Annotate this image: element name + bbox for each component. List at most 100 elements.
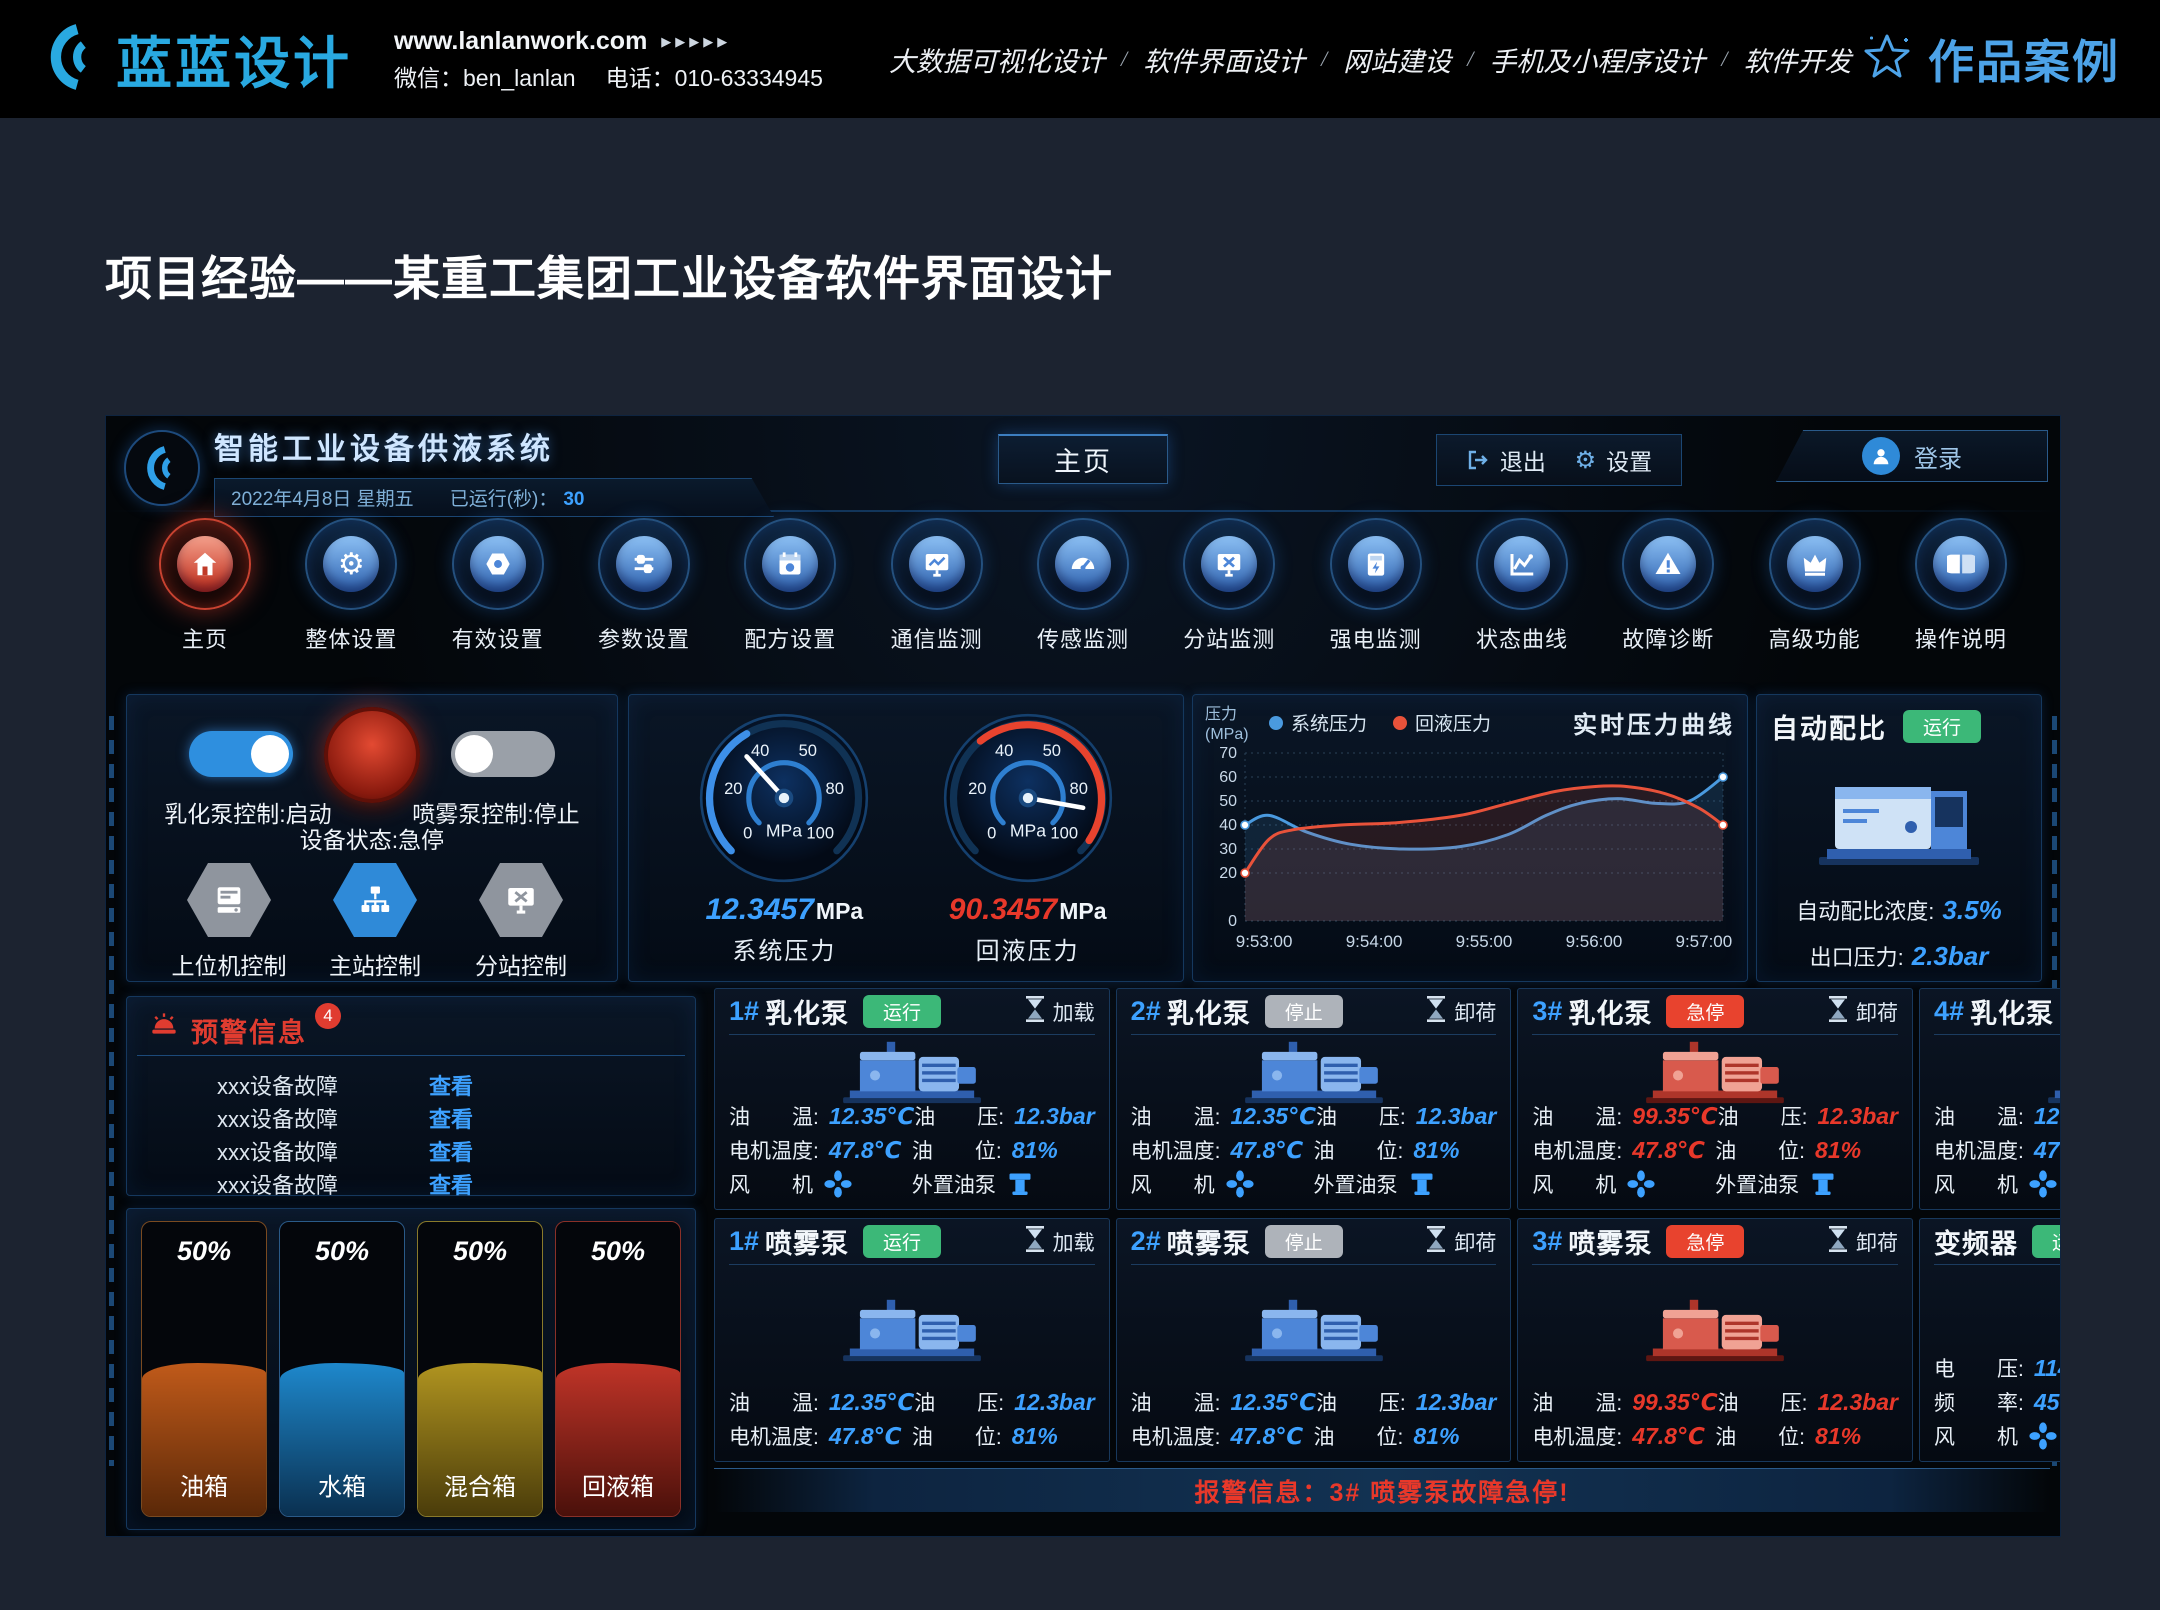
menu-item-8[interactable]: 分站监测	[1164, 518, 1294, 686]
tab-home[interactable]: 主页	[998, 434, 1168, 484]
settings-button[interactable]: ⚙ 设置	[1575, 443, 1653, 477]
load-action-button[interactable]: 卸荷	[1426, 996, 1496, 1028]
svg-text:40: 40	[751, 741, 769, 760]
menu-item-label: 强电监测	[1330, 622, 1422, 654]
menu-ring	[1476, 518, 1568, 610]
svg-text:40: 40	[1219, 817, 1237, 834]
spray-pump-toggle-label: 喷雾泵控制:停止	[381, 795, 611, 829]
sitemap-icon	[333, 863, 417, 937]
fan-icon	[2028, 1421, 2058, 1451]
emulsion-pump-toggle[interactable]	[189, 731, 293, 777]
nav-divider: /	[1467, 46, 1473, 72]
menu-ring	[452, 518, 544, 610]
menu-item-11[interactable]: 故障诊断	[1603, 518, 1733, 686]
menu-item-9[interactable]: 强电监测	[1311, 518, 1441, 686]
status-badge: 停止	[1265, 1225, 1343, 1258]
site-logo[interactable]: 蓝蓝设计	[40, 19, 352, 100]
menu-item-10[interactable]: 状态曲线	[1457, 518, 1587, 686]
pump-image	[1934, 1035, 2061, 1099]
station-monitor-icon	[479, 863, 563, 937]
nav-item-2[interactable]: 软件界面设计	[1143, 40, 1305, 79]
view-link[interactable]: 查看	[429, 1168, 473, 1200]
tank-percent: 50%	[280, 1236, 404, 1267]
menu-item-5[interactable]: 配方设置	[725, 518, 855, 686]
warning-panel: 预警信息 4 xxx设备故障查看xxx设备故障查看xxx设备故障查看xxx设备故…	[126, 996, 696, 1196]
logout-button[interactable]: 退出	[1466, 443, 1546, 477]
load-action-button[interactable]: 卸荷	[1828, 1226, 1898, 1258]
menu-item-12[interactable]: 高级功能	[1750, 518, 1880, 686]
tanks-panel: 50%油箱50%水箱50%混合箱50%回液箱	[126, 1208, 696, 1530]
pump-name: 喷雾泵	[765, 1222, 849, 1261]
menu-ring	[159, 518, 251, 610]
pump-card-grid: 1#乳化泵运行加载油 温:12.35℃油 压:12.3bar电机温度:47.8℃…	[714, 988, 2050, 1462]
svg-text:50: 50	[1042, 741, 1060, 760]
auto-ratio-concentration: 自动配比浓度:3.5%	[1771, 894, 2027, 926]
hex-button-1[interactable]	[183, 863, 275, 937]
exit-icon	[1466, 448, 1490, 472]
nav-item-5[interactable]: 软件开发	[1743, 40, 1851, 79]
menu-ring	[1915, 518, 2007, 610]
menu-item-6[interactable]: 通信监测	[872, 518, 1002, 686]
svg-text:9:57:00: 9:57:00	[1676, 932, 1733, 951]
load-action-button[interactable]: 卸荷	[1828, 996, 1898, 1028]
phone-label: 电话：010-63334945	[606, 61, 823, 96]
emergency-stop-button[interactable]	[324, 707, 420, 803]
view-link[interactable]: 查看	[429, 1135, 473, 1167]
pressure-gauges-panel: 020405080100MPa12.3457MPa系统压力02040508010…	[628, 694, 1184, 982]
tank-label: 水箱	[280, 1467, 404, 1502]
menu-item-label: 操作说明	[1915, 622, 2007, 654]
menu-item-2[interactable]: ⚙整体设置	[286, 518, 416, 686]
warning-text: xxx设备故障	[217, 1168, 367, 1200]
pump-number: 2#	[1131, 1226, 1161, 1257]
svg-text:9:55:00: 9:55:00	[1456, 932, 1513, 951]
view-link[interactable]: 查看	[429, 1102, 473, 1134]
pump-number: 3#	[1532, 1226, 1562, 1257]
warning-divider	[137, 1055, 685, 1056]
svg-text:20: 20	[724, 779, 742, 798]
view-link[interactable]: 查看	[429, 1069, 473, 1101]
svg-text:0: 0	[987, 824, 996, 843]
svg-text:30: 30	[1219, 841, 1237, 858]
hex-button-3[interactable]	[475, 863, 567, 937]
pump-image	[1532, 1035, 1898, 1099]
svg-text:40: 40	[995, 741, 1013, 760]
nav-item-3[interactable]: 网站建设	[1343, 40, 1451, 79]
menu-item-3[interactable]: 有效设置	[433, 518, 563, 686]
dashboard-logo[interactable]	[124, 430, 200, 506]
status-badge: 急停	[1666, 995, 1744, 1028]
fan-icon	[2028, 1169, 2058, 1199]
lanlan-logo-icon	[140, 446, 184, 490]
menu-item-label: 分站监测	[1183, 622, 1275, 654]
menu-item-1[interactable]: 主页	[140, 518, 270, 686]
cases-link[interactable]: 作品案例	[1860, 26, 2120, 92]
menu-item-4[interactable]: 参数设置	[579, 518, 709, 686]
load-action-button[interactable]: 加载	[1025, 996, 1095, 1028]
avatar-icon	[1862, 437, 1900, 475]
svg-text:0: 0	[743, 824, 752, 843]
menu-item-7[interactable]: 传感监测	[1018, 518, 1148, 686]
pump-card-2#乳化泵: 2#乳化泵停止卸荷油 温:12.35℃油 压:12.3bar电机温度:47.8℃…	[1116, 988, 1512, 1210]
tank-水箱: 50% 水箱	[279, 1221, 405, 1517]
menu-ring	[1037, 518, 1129, 610]
nav-item-4[interactable]: 手机及小程序设计	[1489, 40, 1705, 79]
control-panel: 乳化泵控制:启动 设备状态:急停 喷雾泵控制:停止 上位机控制主站控制分站控制	[126, 694, 618, 982]
spray-pump-toggle[interactable]	[451, 731, 555, 777]
gauge-dial: 020405080100MPa	[696, 710, 872, 891]
comm-monitor-icon	[909, 536, 965, 592]
nav-item-1[interactable]: 大数据可视化设计	[889, 40, 1105, 79]
hex-button-2[interactable]	[329, 863, 421, 937]
login-button[interactable]: 登录	[1776, 430, 2048, 482]
host-icon	[187, 863, 271, 937]
dashboard-screenshot: 智能工业设备供液系统 2022年4月8日 星期五 已运行(秒)：30 主页 退出…	[105, 415, 2061, 1537]
menu-item-13[interactable]: 操作说明	[1896, 518, 2026, 686]
load-action-button[interactable]: 卸荷	[1426, 1226, 1496, 1258]
load-action-button[interactable]: 加载	[1025, 1226, 1095, 1258]
auto-ratio-device-image	[1771, 760, 2027, 880]
menu-item-label: 通信监测	[891, 622, 983, 654]
pump-icon	[1408, 1170, 1436, 1198]
cases-label: 作品案例	[1928, 26, 2120, 92]
gauge-icon	[1055, 536, 1111, 592]
svg-text:MPa: MPa	[766, 820, 802, 840]
pump-number: 1#	[729, 996, 759, 1027]
warning-count-badge: 4	[315, 1003, 341, 1029]
